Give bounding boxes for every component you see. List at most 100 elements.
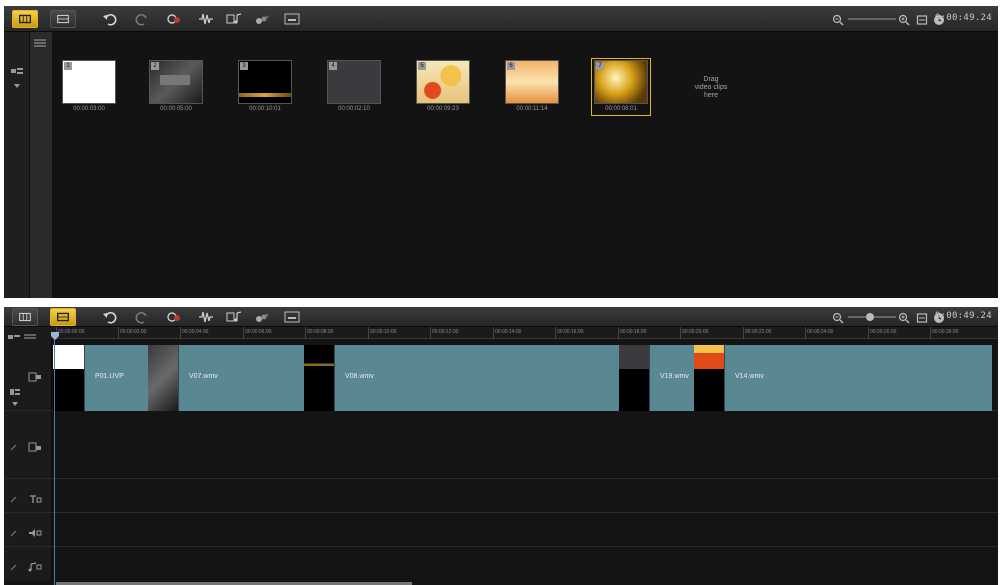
zoom-slider[interactable] <box>848 18 896 20</box>
track-visibility-icon[interactable] <box>10 439 18 451</box>
music-track-header <box>4 547 52 581</box>
timeline-view-panel: 0:00:49.24 00:00:00:00 00:00:02:00 00:00… <box>4 307 998 585</box>
track-visibility-icon[interactable] <box>10 491 18 503</box>
ruler-line <box>368 327 369 339</box>
subtitle-icon[interactable] <box>284 310 300 324</box>
clip-duration: 00:00:03:00 <box>73 106 105 112</box>
ruler-tick-label: 00:00:16:00 <box>557 329 584 335</box>
ruler-line <box>118 327 119 339</box>
list-icon[interactable] <box>24 329 36 342</box>
title-track <box>4 479 998 513</box>
storyboard-clip-2[interactable]: 2 <box>149 60 203 104</box>
storyboard-clip-5[interactable]: 5 <box>416 60 470 104</box>
timeline-clip-v08[interactable]: V08.wmv <box>334 345 619 411</box>
storyboard-view-panel: 0:00:49.24 1 00:00:03:00 2 00:00:05:00 3… <box>4 6 998 298</box>
project-timecode[interactable]: 0:00:49.24 <box>935 311 992 321</box>
clip-duration: 00:00:05:00 <box>160 106 192 112</box>
playhead[interactable] <box>54 333 55 585</box>
ruler-tick-label: 00:00:04:00 <box>182 329 209 335</box>
timeline-clip-v07[interactable]: V07.wmv <box>178 345 304 411</box>
clip-thumbnail <box>148 345 178 411</box>
timeline-ruler[interactable]: 00:00:00:00 00:00:02:00 00:00:04:00 00:0… <box>52 327 998 339</box>
track-manager-icon[interactable] <box>11 64 23 74</box>
storyboard-view-button[interactable] <box>12 10 38 28</box>
track-manager-icon[interactable] <box>10 383 20 395</box>
voice-track-icon[interactable] <box>28 525 42 537</box>
redo-icon[interactable] <box>134 310 150 324</box>
timeline-clip-p01[interactable]: P01.UVP <box>84 345 148 411</box>
zoom-out-icon[interactable] <box>832 311 844 324</box>
timeline-clip-v19[interactable]: V19.wmv <box>649 345 694 411</box>
ruler-corner <box>4 327 52 342</box>
timeline-view-button[interactable] <box>50 308 76 326</box>
clip-image <box>160 75 190 85</box>
motion-tracking-icon[interactable] <box>254 12 270 26</box>
sound-mixer-icon[interactable] <box>198 310 214 324</box>
motion-tracking-icon[interactable] <box>254 310 270 324</box>
track-manager-icon[interactable] <box>8 329 20 341</box>
auto-music-icon[interactable] <box>226 12 242 26</box>
sound-mixer-icon[interactable] <box>198 12 214 26</box>
overlay-track-icon[interactable] <box>28 439 42 452</box>
clip-number: 2 <box>151 62 159 70</box>
zoom-out-icon[interactable] <box>832 13 844 26</box>
clip-thumbnail <box>694 345 724 411</box>
timeline-view-button[interactable] <box>50 10 76 28</box>
zoom-in-icon[interactable] <box>898 13 910 26</box>
clip-number: 4 <box>329 62 337 70</box>
auto-music-icon[interactable] <box>226 310 242 324</box>
drag-hint-line: here <box>703 92 718 99</box>
timeline-view-icon <box>57 312 69 322</box>
ruler-tick-label: 00:00:24:00 <box>807 329 834 335</box>
zoom-slider-thumb[interactable] <box>866 313 874 321</box>
ruler-line <box>430 327 431 339</box>
clip-duration: 00:00:09:23 <box>427 106 459 112</box>
list-icon[interactable] <box>34 34 46 47</box>
chevron-down-icon[interactable] <box>11 78 23 88</box>
storyboard-left-column <box>30 32 52 298</box>
redo-icon[interactable] <box>134 12 150 26</box>
track-visibility-icon[interactable] <box>10 525 18 537</box>
music-track-icon[interactable] <box>28 559 42 572</box>
storyboard-clip-3[interactable]: 3 <box>238 60 292 104</box>
undo-icon[interactable] <box>102 12 118 26</box>
playhead-handle[interactable] <box>51 327 59 340</box>
ruler-line <box>868 327 869 339</box>
ruler-tick-label: 00:00:08:00 <box>307 329 334 335</box>
ruler-tick-label: 00:00:12:00 <box>432 329 459 335</box>
video-track-icon[interactable] <box>28 369 42 382</box>
undo-icon[interactable] <box>102 310 118 324</box>
zoom-in-icon[interactable] <box>898 311 910 324</box>
track-visibility-icon[interactable] <box>10 559 18 571</box>
title-track-icon[interactable] <box>28 491 42 503</box>
voice-track-header <box>4 513 52 546</box>
drag-clips-hint[interactable]: Drag video clips here <box>686 76 736 100</box>
storyboard-clip-1[interactable]: 1 <box>62 60 116 104</box>
drag-hint-line: Drag <box>703 76 719 83</box>
ruler-line <box>180 327 181 339</box>
clip-duration: 00:00:11:14 <box>516 106 548 112</box>
timeline-clip-v14[interactable]: V14.wmv <box>724 345 992 411</box>
clip-number: 3 <box>240 62 248 70</box>
clip-duration: 00:00:02:10 <box>338 106 370 112</box>
storyboard-view-button[interactable] <box>12 308 38 326</box>
chevron-down-icon[interactable] <box>10 395 20 406</box>
clip-label: P01.UVP <box>95 373 124 380</box>
ruler-line <box>493 327 494 339</box>
storyboard-clip-4[interactable]: 4 <box>327 60 381 104</box>
subtitle-icon[interactable] <box>284 12 300 26</box>
ruler-tick-label: 00:00:14:00 <box>495 329 522 335</box>
record-capture-icon[interactable] <box>166 12 182 26</box>
record-capture-icon[interactable] <box>166 310 182 324</box>
clip-duration: 00:00:08:01 <box>605 106 637 112</box>
project-timecode[interactable]: 0:00:49.24 <box>935 13 992 23</box>
ruler-tick-label: 00:00:00:00 <box>58 329 85 335</box>
title-track-header <box>4 479 52 512</box>
storyboard-clip-6[interactable]: 6 <box>505 60 559 104</box>
storyboard-clip-7[interactable]: 7 <box>594 60 648 104</box>
fit-to-window-icon[interactable] <box>916 311 928 323</box>
clip-number: 7 <box>596 62 604 70</box>
fit-to-window-icon[interactable] <box>916 13 928 25</box>
ruler-tick-label: 00:00:20:00 <box>682 329 709 335</box>
clip-thumbnail <box>619 345 649 411</box>
